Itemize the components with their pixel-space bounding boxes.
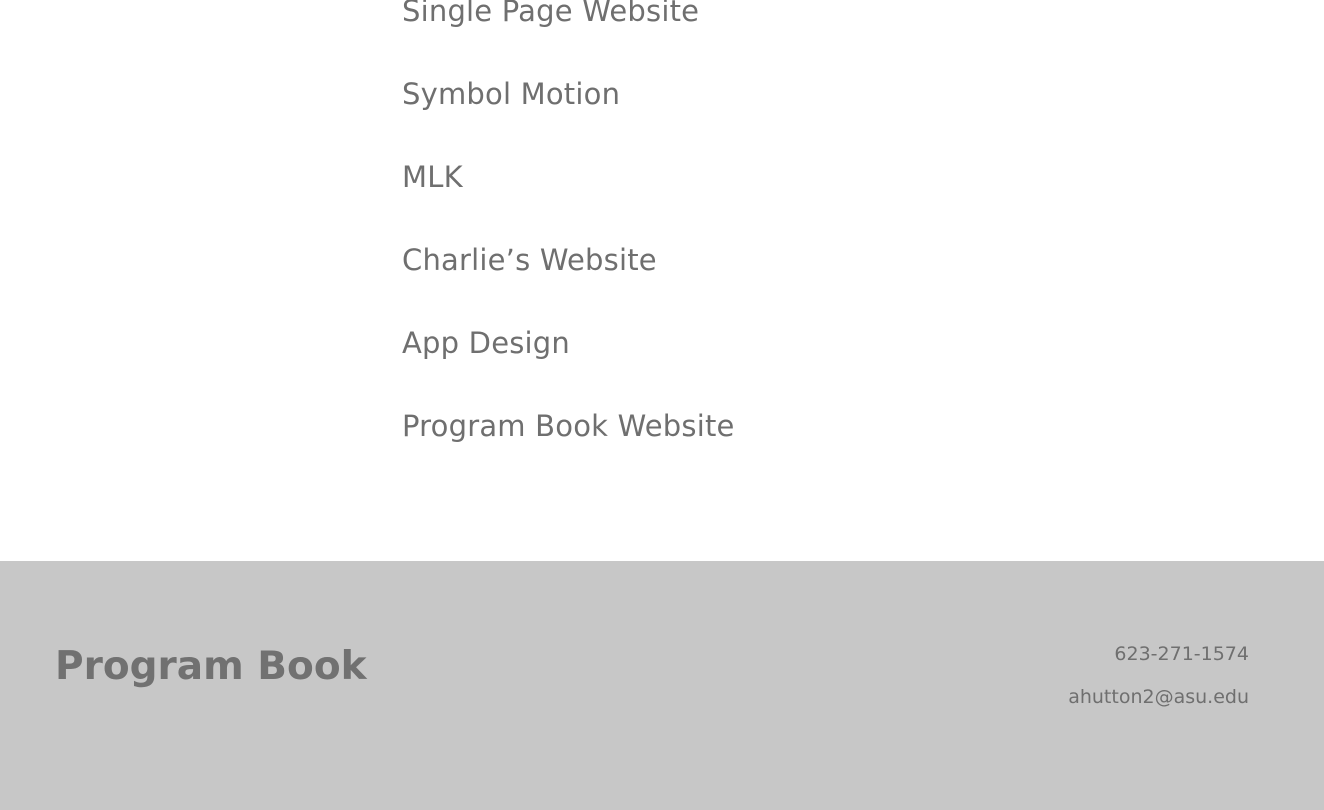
project-list-item: MLK <box>402 136 1102 219</box>
project-link-mlk[interactable]: MLK <box>402 163 463 192</box>
footer-contact: 623-271-1574 ahutton2@asu.edu <box>1068 645 1249 707</box>
project-list-item: Program Book Website <box>402 385 1102 468</box>
project-link-charlies-website[interactable]: Charlie’s Website <box>402 246 657 275</box>
project-link-single-page-website[interactable]: Single Page Website <box>402 0 699 26</box>
footer-phone: 623-271-1574 <box>1114 643 1249 665</box>
project-link-app-design[interactable]: App Design <box>402 329 570 358</box>
project-list-item: App Design <box>402 302 1102 385</box>
page: Single Page Website Symbol Motion MLK Ch… <box>0 0 1324 810</box>
project-list-item: Symbol Motion <box>402 53 1102 136</box>
project-link-symbol-motion[interactable]: Symbol Motion <box>402 80 620 109</box>
project-link-program-book-website[interactable]: Program Book Website <box>402 412 735 441</box>
footer-email-link[interactable]: ahutton2@asu.edu <box>1068 688 1249 707</box>
project-list: Single Page Website Symbol Motion MLK Ch… <box>402 0 1102 468</box>
project-list-item: Single Page Website <box>402 0 1102 53</box>
site-footer: Program Book 623-271-1574 ahutton2@asu.e… <box>0 561 1324 810</box>
project-list-item: Charlie’s Website <box>402 219 1102 302</box>
footer-brand[interactable]: Program Book <box>55 647 367 686</box>
